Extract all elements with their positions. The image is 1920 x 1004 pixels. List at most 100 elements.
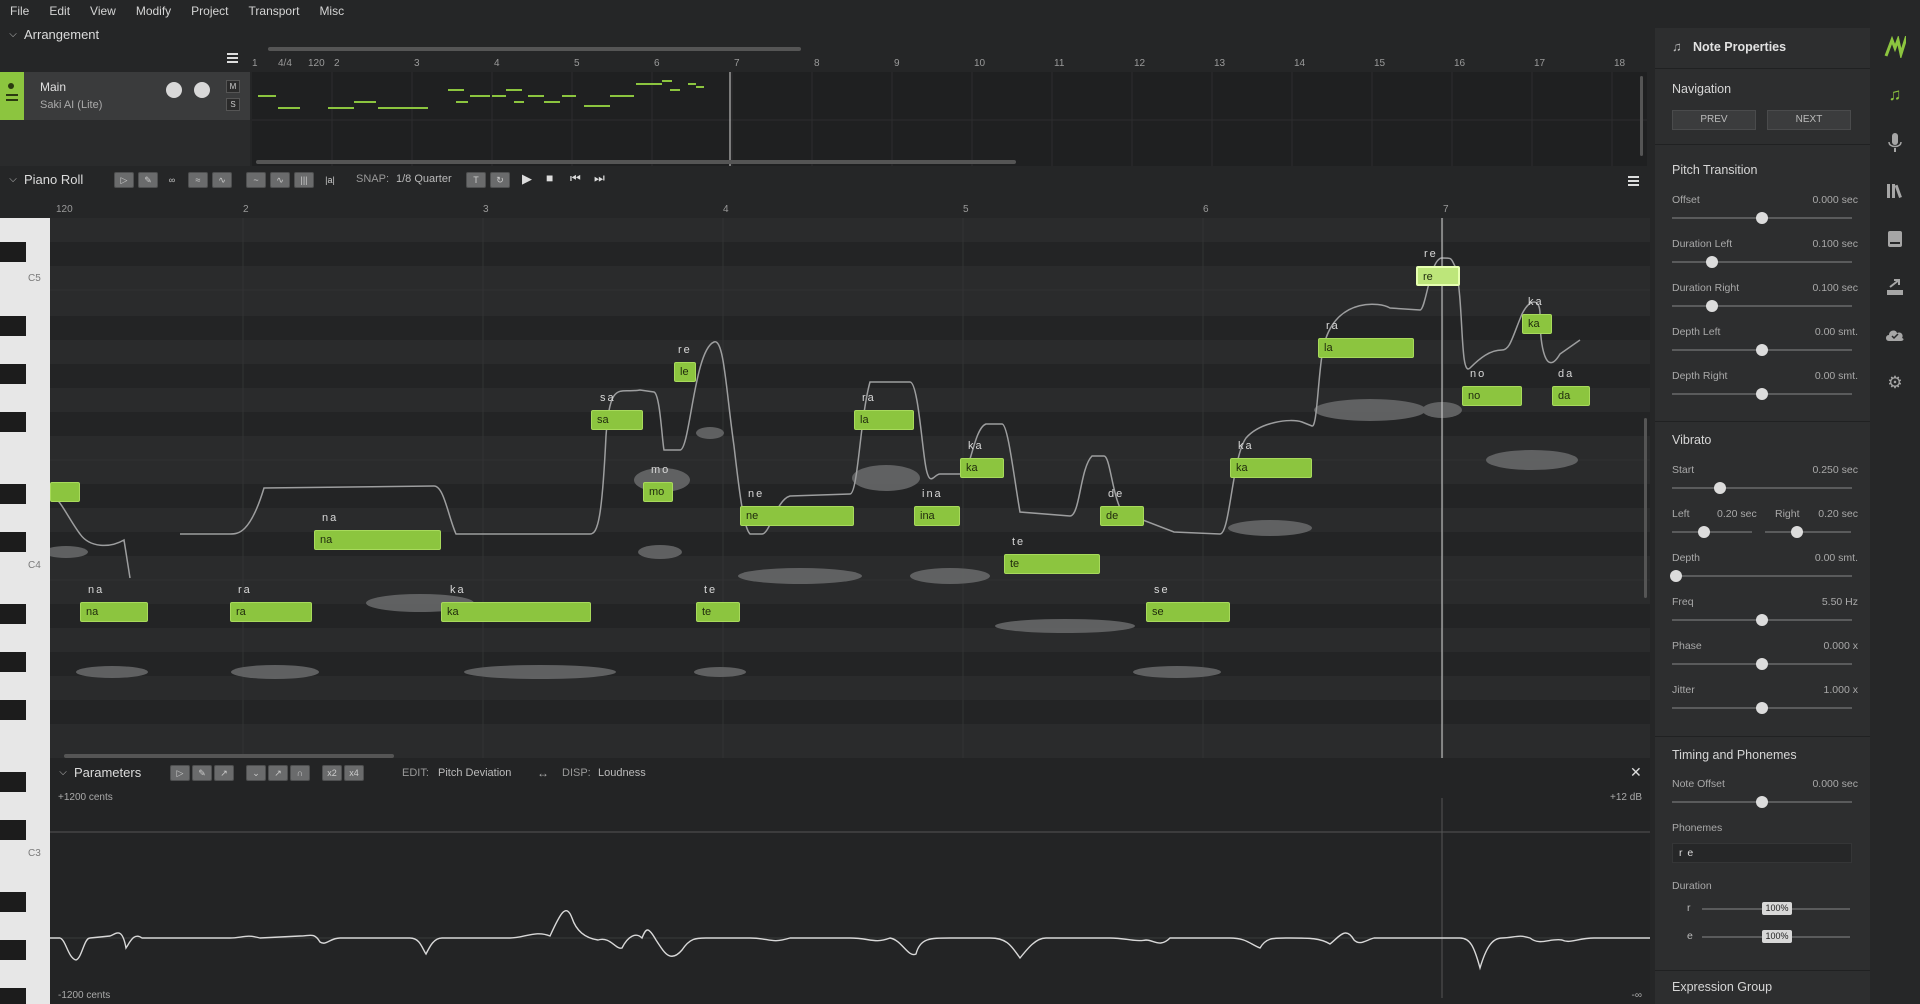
black-key[interactable] bbox=[0, 700, 26, 720]
rewind-icon[interactable]: ⏮ bbox=[570, 171, 581, 186]
note-block[interactable]: ne bbox=[740, 506, 854, 526]
note-block[interactable]: na bbox=[80, 602, 148, 622]
edit-parameter-select[interactable]: Pitch Deviation bbox=[438, 767, 511, 779]
slider-knob[interactable] bbox=[1756, 614, 1768, 626]
slider-knob[interactable] bbox=[1698, 526, 1710, 538]
black-key[interactable] bbox=[0, 484, 26, 504]
next-button[interactable]: NEXT bbox=[1767, 110, 1851, 130]
param-pointer-button[interactable]: ▷ bbox=[170, 765, 190, 781]
vibrato-left-slider[interactable] bbox=[1672, 526, 1752, 538]
vibrato-depth-slider[interactable] bbox=[1670, 570, 1852, 582]
forward-icon[interactable]: ⏭ bbox=[594, 171, 605, 186]
selected-note-block[interactable]: re bbox=[1416, 266, 1460, 286]
note-block[interactable]: la bbox=[1318, 338, 1414, 358]
menu-project[interactable]: Project bbox=[181, 4, 238, 18]
param-curve-a-button[interactable]: ⌄ bbox=[246, 765, 266, 781]
pitch-tool-button[interactable]: ≈ bbox=[188, 172, 208, 188]
book-icon[interactable] bbox=[1884, 228, 1906, 250]
piano-roll-v-scrollbar[interactable] bbox=[1644, 418, 1647, 598]
note-offset-slider[interactable] bbox=[1672, 796, 1852, 808]
prev-button[interactable]: PREV bbox=[1672, 110, 1756, 130]
depth-right-slider[interactable] bbox=[1672, 388, 1852, 400]
note-icon[interactable]: ♫ bbox=[1884, 84, 1906, 106]
note-block[interactable]: te bbox=[696, 602, 740, 622]
note-block[interactable]: la bbox=[854, 410, 914, 430]
show-waveform-button[interactable]: ||| bbox=[294, 172, 314, 188]
note-block[interactable]: de bbox=[1100, 506, 1144, 526]
note-block[interactable]: ina bbox=[914, 506, 960, 526]
arrangement-v-scrollbar[interactable] bbox=[256, 160, 1016, 164]
settings-icon[interactable]: ⚙ bbox=[1884, 372, 1906, 394]
vibrato-start-value[interactable]: 0.250 sec bbox=[1812, 464, 1858, 476]
note-block[interactable]: da bbox=[1552, 386, 1590, 406]
black-key[interactable] bbox=[0, 316, 26, 336]
note-block[interactable]: no bbox=[1462, 386, 1522, 406]
mute-button[interactable]: M bbox=[226, 80, 240, 93]
menu-view[interactable]: View bbox=[80, 4, 126, 18]
track-voice[interactable]: Saki AI (Lite) bbox=[40, 99, 102, 111]
pointer-tool-button[interactable]: ▷ bbox=[114, 172, 134, 188]
piano-roll-ruler[interactable]: 120 2 3 4 5 6 7 bbox=[50, 203, 1650, 218]
show-pitch-button[interactable]: ~ bbox=[246, 172, 266, 188]
pencil-tool-button[interactable]: ✎ bbox=[138, 172, 158, 188]
depth-left-value[interactable]: 0.00 smt. bbox=[1815, 326, 1858, 338]
slider-knob[interactable] bbox=[1706, 300, 1718, 312]
duration-left-slider[interactable] bbox=[1672, 256, 1852, 268]
export-icon[interactable] bbox=[1884, 276, 1906, 298]
track-header[interactable]: Main Saki AI (Lite) M S bbox=[0, 72, 250, 120]
arrangement-scroll-thumb[interactable] bbox=[1640, 76, 1643, 156]
library-icon[interactable] bbox=[1884, 180, 1906, 202]
duration-right-value[interactable]: 0.100 sec bbox=[1812, 282, 1858, 294]
slider-knob[interactable] bbox=[1714, 482, 1726, 494]
slider-knob[interactable] bbox=[1756, 658, 1768, 670]
depth-right-value[interactable]: 0.00 smt. bbox=[1815, 370, 1858, 382]
vibrato-start-slider[interactable] bbox=[1672, 482, 1852, 494]
black-key[interactable] bbox=[0, 652, 26, 672]
note-block[interactable]: ka bbox=[1522, 314, 1552, 334]
link-tool-button[interactable]: ∞ bbox=[162, 172, 182, 188]
vibrato-right-slider[interactable] bbox=[1765, 526, 1851, 538]
black-key[interactable] bbox=[0, 412, 26, 432]
vibrato-right-value[interactable]: 0.20 sec bbox=[1818, 508, 1858, 520]
slider-knob[interactable] bbox=[1756, 388, 1768, 400]
menu-edit[interactable]: Edit bbox=[39, 4, 80, 18]
slider-knob[interactable] bbox=[1756, 212, 1768, 224]
menu-file[interactable]: File bbox=[0, 4, 39, 18]
volume-knob[interactable] bbox=[166, 82, 182, 98]
close-icon[interactable]: ✕ bbox=[1630, 764, 1642, 781]
note-block[interactable]: ka bbox=[441, 602, 591, 622]
chevron-down-icon[interactable]: ⌵ bbox=[6, 172, 20, 186]
play-icon[interactable]: ▶ bbox=[522, 171, 532, 187]
slider-knob[interactable] bbox=[1756, 702, 1768, 714]
pitch-deviation-curve[interactable] bbox=[50, 798, 1650, 998]
black-key[interactable] bbox=[0, 604, 26, 624]
slider-knob[interactable] bbox=[1670, 570, 1682, 582]
menu-misc[interactable]: Misc bbox=[309, 4, 354, 18]
arrangement-h-scrollbar[interactable] bbox=[268, 47, 801, 51]
menu-modify[interactable]: Modify bbox=[126, 4, 181, 18]
black-key[interactable] bbox=[0, 892, 26, 912]
swap-icon[interactable]: ↔ bbox=[537, 766, 549, 780]
track-color-strip[interactable] bbox=[0, 72, 24, 120]
duration-left-value[interactable]: 0.100 sec bbox=[1812, 238, 1858, 250]
vibrato-jitter-value[interactable]: 1.000 x bbox=[1824, 684, 1858, 696]
param-x4-button[interactable]: x4 bbox=[344, 765, 364, 781]
note-block[interactable]: te bbox=[1004, 554, 1100, 574]
vibrato-phase-slider[interactable] bbox=[1672, 658, 1852, 670]
note-block[interactable]: sa bbox=[591, 410, 643, 430]
note-block[interactable]: ra bbox=[230, 602, 312, 622]
note-block[interactable]: se bbox=[1146, 602, 1230, 622]
show-curve-button[interactable]: ∿ bbox=[270, 172, 290, 188]
black-key[interactable] bbox=[0, 364, 26, 384]
slider-knob[interactable] bbox=[1706, 256, 1718, 268]
loop-button[interactable]: ↻ bbox=[490, 172, 510, 188]
black-key[interactable] bbox=[0, 242, 26, 262]
arrangement-menu-icon[interactable] bbox=[227, 52, 239, 64]
note-block[interactable]: na bbox=[314, 530, 441, 550]
param-x2-button[interactable]: x2 bbox=[322, 765, 342, 781]
note-block[interactable] bbox=[50, 482, 80, 502]
param-line-button[interactable]: ↗ bbox=[214, 765, 234, 781]
note-block[interactable]: ka bbox=[1230, 458, 1312, 478]
snap-triplet-button[interactable]: T bbox=[466, 172, 486, 188]
phoneme-e-value[interactable]: 100% bbox=[1762, 930, 1792, 943]
